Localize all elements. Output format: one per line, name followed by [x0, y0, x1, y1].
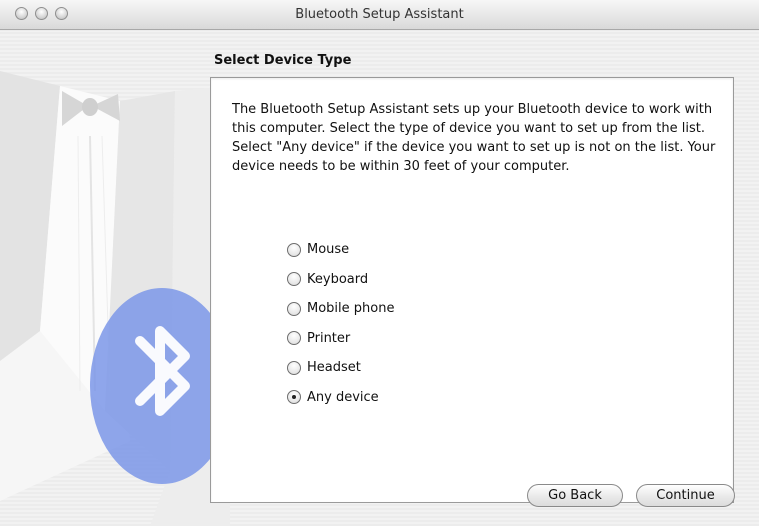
option-label: Printer [307, 330, 351, 346]
device-type-radio-group: Mouse Keyboard Mobile phone Printer Head… [287, 235, 394, 412]
continue-button[interactable]: Continue [636, 484, 735, 507]
option-label: Headset [307, 360, 361, 376]
title-bar[interactable]: Bluetooth Setup Assistant [0, 0, 759, 30]
bluetooth-setup-window: Bluetooth Setup Assistant Select Device … [0, 0, 759, 526]
page-heading: Select Device Type [214, 53, 352, 68]
go-back-button[interactable]: Go Back [527, 484, 623, 507]
option-label: Mouse [307, 242, 350, 258]
assistant-content: Select Device Type The Bluetooth Setup A… [0, 31, 759, 526]
radio-button[interactable] [287, 272, 301, 287]
option-label: Keyboard [307, 271, 369, 287]
radio-button[interactable] [287, 301, 301, 316]
option-label: Any device [307, 389, 379, 405]
radio-option-headset[interactable]: Headset [287, 353, 394, 383]
option-label: Mobile phone [307, 301, 395, 317]
tuxedo-bluetooth-artwork [0, 71, 230, 526]
radio-button[interactable] [287, 331, 301, 346]
bluetooth-logo-icon [90, 288, 230, 484]
radio-option-any-device[interactable]: Any device [287, 383, 394, 413]
window-title: Bluetooth Setup Assistant [295, 7, 464, 22]
radio-option-mouse[interactable]: Mouse [287, 235, 394, 265]
radio-button[interactable] [287, 360, 301, 375]
radio-option-keyboard[interactable]: Keyboard [287, 265, 394, 295]
radio-option-printer[interactable]: Printer [287, 324, 394, 354]
radio-button-selected[interactable] [287, 390, 301, 405]
radio-option-mobile-phone[interactable]: Mobile phone [287, 294, 394, 324]
device-type-panel: The Bluetooth Setup Assistant sets up yo… [210, 77, 734, 503]
radio-button[interactable] [287, 242, 301, 257]
instructions-text: The Bluetooth Setup Assistant sets up yo… [232, 102, 716, 174]
